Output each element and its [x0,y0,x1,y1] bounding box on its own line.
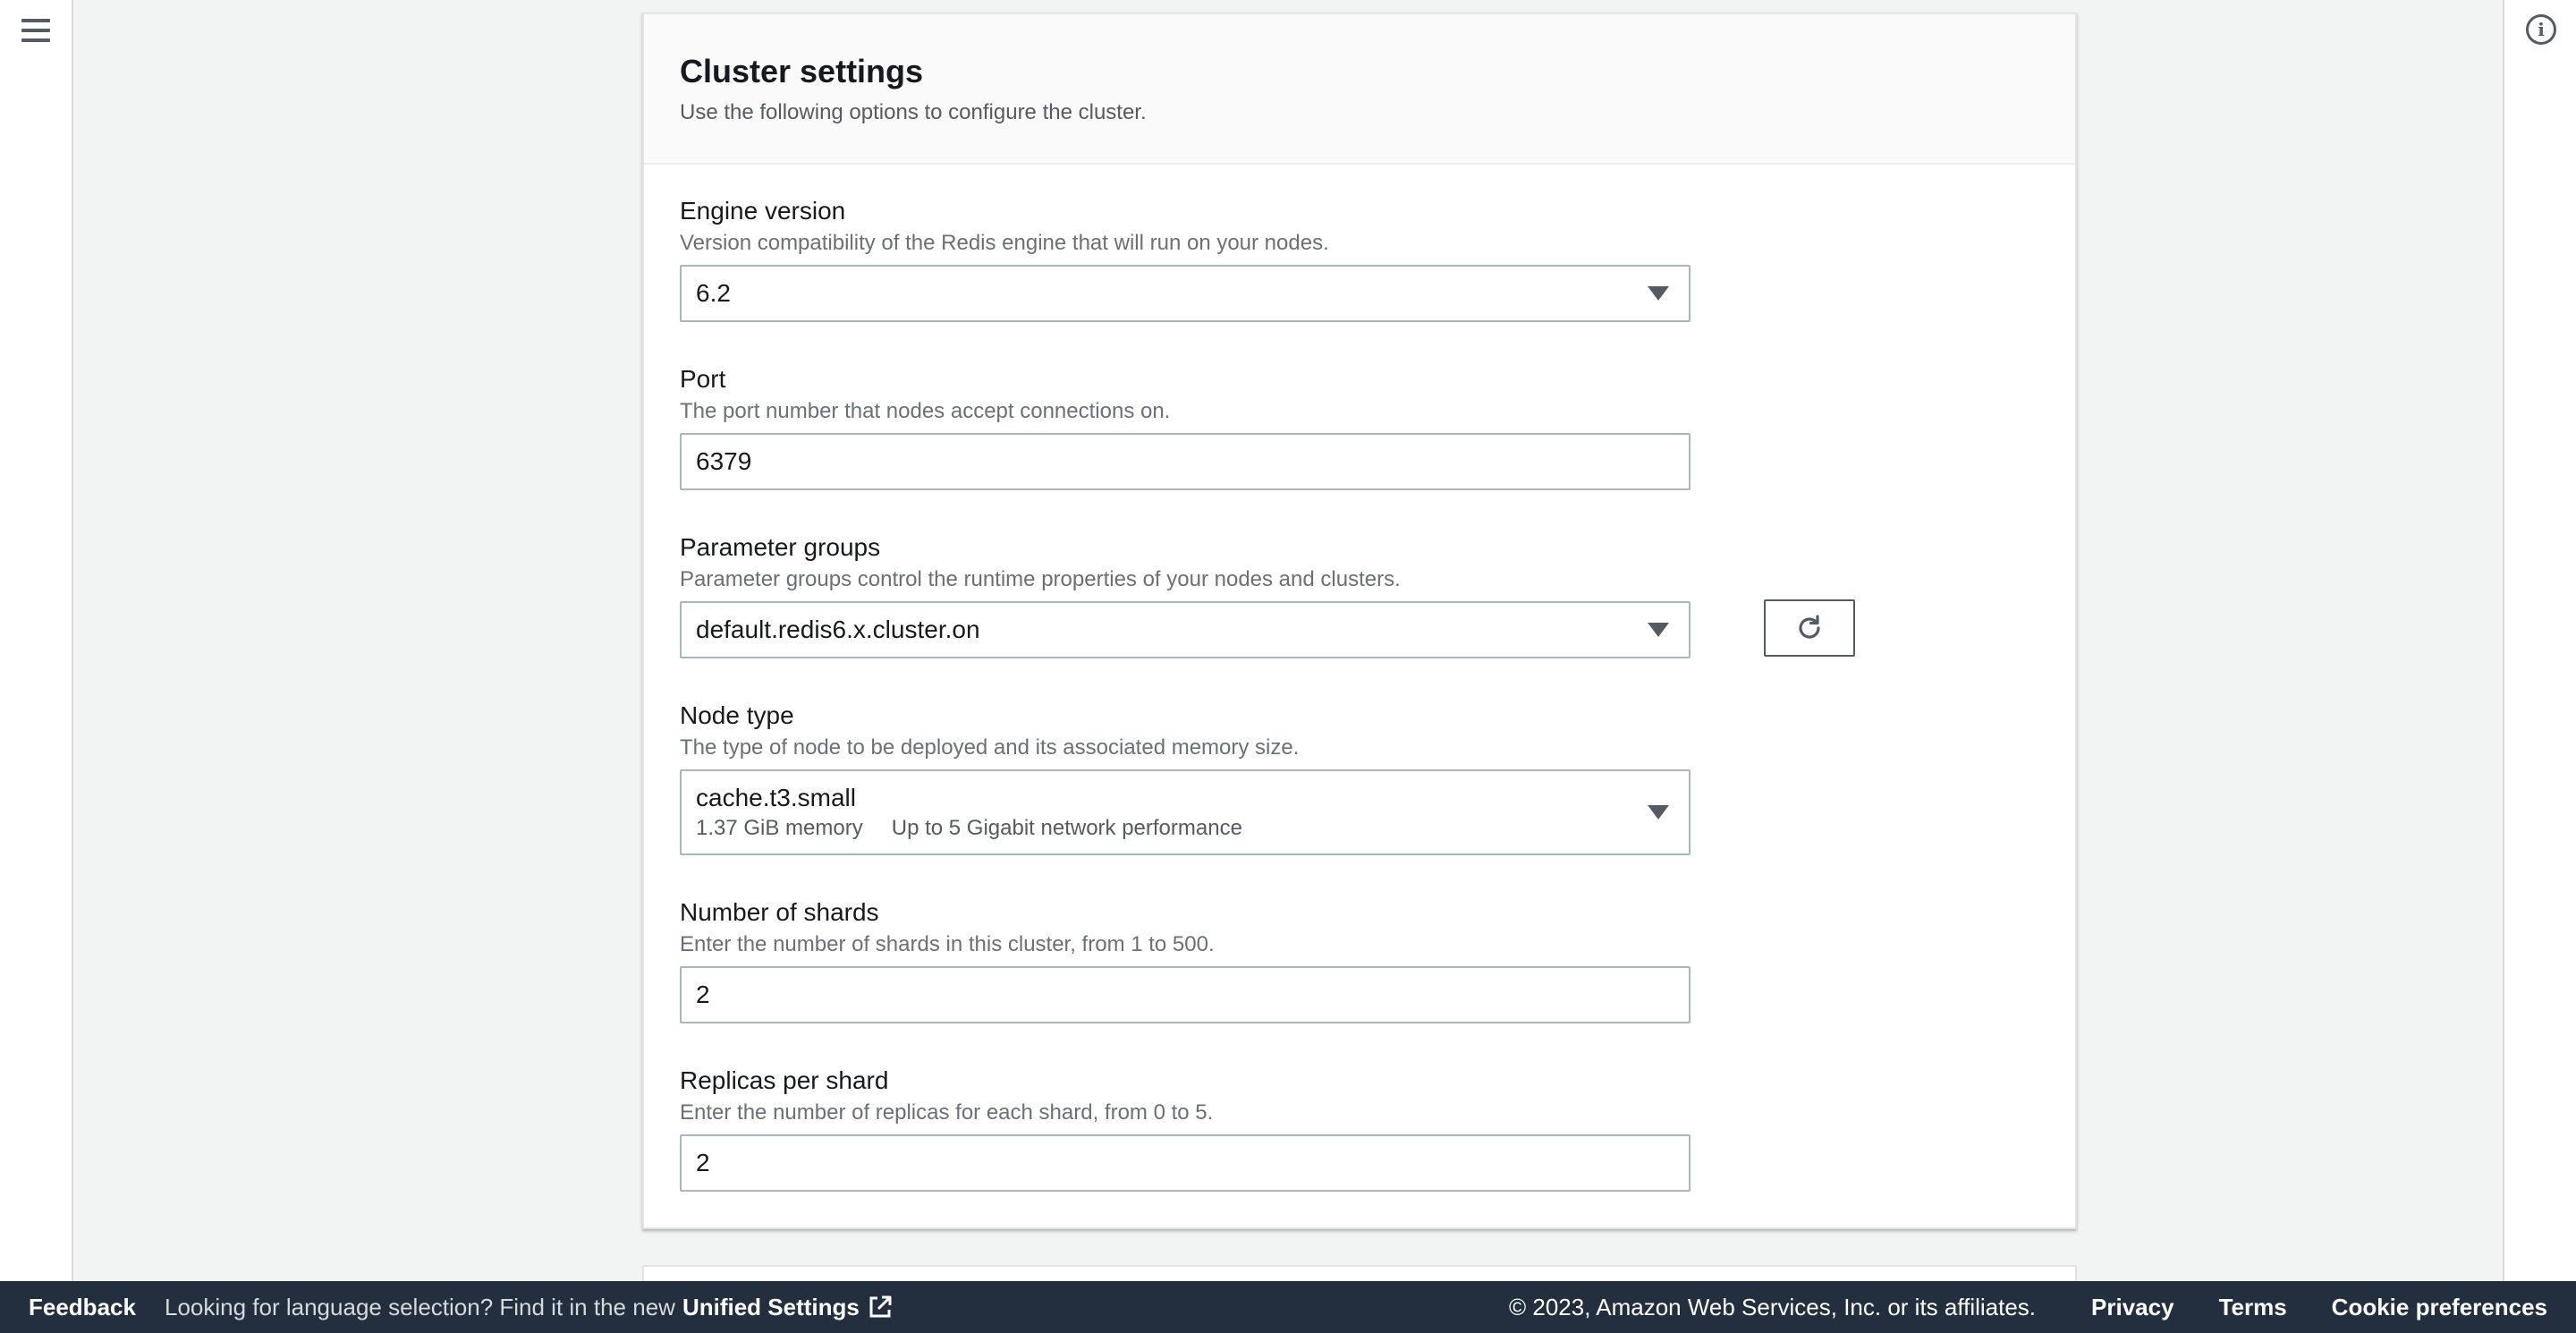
feedback-link[interactable]: Feedback [29,1294,136,1321]
parameter-groups-select[interactable]: default.redis6.x.cluster.on [680,601,1690,658]
port-value: 6379 [696,447,752,475]
caret-down-icon [1648,286,1669,301]
number-of-shards-description: Enter the number of shards in this clust… [680,932,1215,956]
node-type-network: Up to 5 Gigabit network performance [891,816,1242,840]
right-tools-rail: i [2503,0,2576,1281]
port-description: The port number that nodes accept connec… [680,399,1171,423]
language-hint: Looking for language selection? Find it … [165,1293,675,1320]
port-field: Port The port number that nodes accept c… [680,363,2021,490]
parameter-groups-description: Parameter groups control the runtime pro… [680,567,1401,591]
caret-down-icon [1648,805,1669,819]
node-type-select[interactable]: cache.t3.small 1.37 GiB memory Up to 5 G… [680,769,1690,855]
info-icon[interactable]: i [2526,14,2556,45]
panel-description: Use the following options to configure t… [680,100,1147,124]
footer: Feedback Looking for language selection?… [0,1281,2576,1333]
node-type-description: The type of node to be deployed and its … [680,735,1300,760]
engine-version-label: Engine version [680,197,846,225]
cookie-preferences-link[interactable]: Cookie preferences [2332,1294,2547,1321]
parameter-groups-value: default.redis6.x.cluster.on [696,616,980,643]
external-link-icon[interactable] [867,1294,894,1320]
node-type-value: cache.t3.small [696,784,856,811]
engine-version-description: Version compatibility of the Redis engin… [680,231,1329,255]
engine-version-select[interactable]: 6.2 [680,265,1690,322]
replicas-per-shard-description: Enter the number of replicas for each sh… [680,1100,1214,1125]
number-of-shards-input[interactable]: 2 [680,966,1690,1023]
node-type-label: Node type [680,701,794,729]
engine-version-value: 6.2 [696,279,731,307]
parameter-groups-label: Parameter groups [680,533,881,561]
privacy-link[interactable]: Privacy [2091,1294,2174,1321]
node-type-field: Node type The type of node to be deploye… [680,700,2021,855]
engine-version-field: Engine version Version compatibility of … [680,195,2021,322]
cluster-settings-panel: Cluster settings Use the following optio… [642,13,2077,1229]
copyright: © 2023, Amazon Web Services, Inc. or its… [1509,1293,2037,1320]
replicas-per-shard-input[interactable]: 2 [680,1134,1690,1192]
port-label: Port [680,365,726,393]
footer-right: © 2023, Amazon Web Services, Inc. or its… [1509,1294,2547,1321]
node-type-memory: 1.37 GiB memory [696,816,863,840]
terms-link[interactable]: Terms [2219,1294,2287,1321]
panel-title: Cluster settings [680,53,924,89]
language-notice: Looking for language selection? Find it … [165,1294,894,1321]
parameter-groups-field: Parameter groups Parameter groups contro… [680,531,2021,658]
port-input[interactable]: 6379 [680,433,1690,490]
refresh-icon [1799,615,1820,639]
number-of-shards-label: Number of shards [680,898,879,926]
unified-settings-link[interactable]: Unified Settings [682,1294,860,1321]
refresh-button[interactable] [1764,599,1855,657]
node-type-details: 1.37 GiB memory Up to 5 Gigabit network … [696,814,1242,843]
number-of-shards-field: Number of shards Enter the number of sha… [680,896,2021,1023]
panel-header: Cluster settings Use the following optio… [644,14,2075,165]
replicas-per-shard-label: Replicas per shard [680,1066,889,1094]
number-of-shards-value: 2 [696,981,710,1008]
replicas-per-shard-field: Replicas per shard Enter the number of r… [680,1065,2021,1192]
left-navigation-rail [0,0,73,1281]
replicas-per-shard-value: 2 [696,1149,710,1176]
caret-down-icon [1648,623,1669,637]
hamburger-menu-icon[interactable] [18,14,54,47]
